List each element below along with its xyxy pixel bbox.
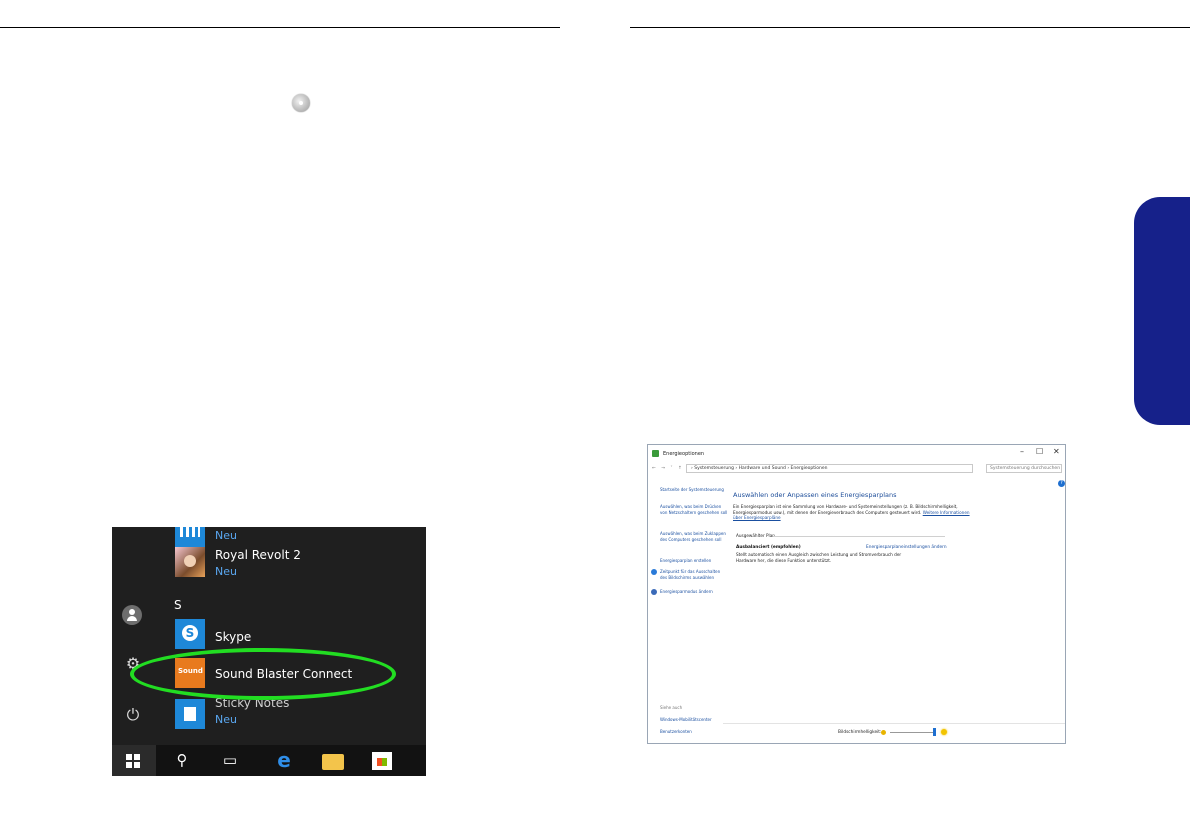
brightness-divider	[723, 723, 1065, 724]
window-title: Energieoptionen	[663, 451, 705, 457]
highlight-ellipse	[130, 648, 396, 700]
edge-browser-icon[interactable]: e	[262, 745, 306, 776]
top-rule-left	[0, 27, 560, 28]
maximize-button[interactable]: ☐	[1036, 447, 1043, 456]
app-new-badge: Neu	[215, 529, 237, 542]
energy-options-window: Energieoptionen – ☐ ✕ ← → ˅ ↑ › Systemst…	[647, 444, 1066, 744]
windows-logo-icon	[126, 754, 140, 768]
brightness-low-icon	[881, 730, 886, 735]
nav-link-display-off[interactable]: Zeitpunkt für das Ausschalten des Bildsc…	[660, 569, 728, 580]
windows-start-button[interactable]	[112, 745, 156, 776]
plan-description: Stellt automatisch einen Ausgleich zwisc…	[736, 552, 902, 563]
close-button[interactable]: ✕	[1053, 447, 1060, 456]
plan-name-radio[interactable]: Ausbalanciert (empfohlen)	[736, 545, 801, 550]
brightness-slider[interactable]	[890, 732, 936, 733]
nav-link-lid[interactable]: Auswählen, was beim Zuklappen des Comput…	[660, 531, 728, 542]
page-description: Ein Energiesparplan ist eine Sammlung vo…	[733, 504, 978, 521]
moon-icon	[651, 589, 657, 595]
skype-icon[interactable]	[175, 619, 205, 649]
top-rule-right	[630, 27, 1190, 28]
address-row: ← → ˅ ↑ › Systemsteuerung › Hardware und…	[648, 463, 1065, 475]
taskbar: ⚲ ▭ e	[112, 745, 426, 776]
royal-revolt-icon[interactable]	[175, 547, 205, 577]
see-also-heading: Siehe auch	[660, 705, 683, 710]
app-name-royal-revolt[interactable]: Royal Revolt 2	[215, 548, 301, 562]
power-options-icon	[652, 450, 659, 457]
app-name-skype[interactable]: Skype	[215, 630, 251, 644]
disc-icon	[292, 94, 310, 112]
brightness-label: Bildschirmhelligkeit:	[838, 730, 882, 735]
brightness-high-icon	[941, 729, 947, 735]
plan-divider	[773, 536, 945, 537]
help-icon[interactable]: ?	[1058, 480, 1065, 487]
user-avatar-icon[interactable]	[122, 605, 142, 625]
mobility-center-link[interactable]: Windows-Mobilitätscenter	[660, 717, 712, 722]
page-heading: Auswählen oder Anpassen eines Energiespa…	[733, 491, 897, 499]
start-rail: ⚙ ⏻	[112, 527, 156, 745]
section-letter[interactable]: S	[174, 598, 182, 612]
search-placeholder: Systemsteuerung durchsuchen	[990, 466, 1061, 471]
nav-buttons[interactable]: ← → ˅ ↑	[652, 466, 684, 471]
display-icon	[651, 569, 657, 575]
user-accounts-link[interactable]: Benutzerkonten	[660, 729, 692, 734]
nav-link-create-plan[interactable]: Energiesparplan erstellen	[660, 558, 728, 564]
sticky-notes-icon[interactable]	[175, 699, 205, 729]
selected-plan-label: Ausgewählter Plan	[736, 533, 775, 538]
search-icon[interactable]: ⚲	[160, 745, 204, 776]
nav-link-home[interactable]: Startseite der Systemsteuerung	[660, 487, 728, 493]
task-view-icon[interactable]: ▭	[208, 745, 252, 776]
side-tab	[1134, 197, 1190, 425]
search-input[interactable]: Systemsteuerung durchsuchen	[986, 464, 1062, 473]
minimize-button[interactable]: –	[1020, 447, 1024, 456]
breadcrumb[interactable]: › Systemsteuerung › Hardware und Sound ›…	[691, 466, 828, 471]
power-icon[interactable]: ⏻	[122, 704, 144, 726]
title-bar: Energieoptionen – ☐ ✕	[648, 445, 1065, 463]
file-explorer-icon[interactable]	[322, 754, 344, 770]
app-new-badge: Neu	[215, 713, 237, 726]
plan-settings-link[interactable]: Energiesparplaneinstellungen ändern	[866, 545, 947, 550]
store-icon[interactable]	[372, 752, 392, 770]
app-new-badge: Neu	[215, 565, 237, 578]
nav-link-power-buttons[interactable]: Auswählen, was beim Drücken von Netzscha…	[660, 504, 728, 515]
nav-link-sleep[interactable]: Energiesparmodus ändern	[660, 589, 728, 595]
brightness-slider-thumb[interactable]	[932, 728, 936, 736]
address-bar[interactable]: › Systemsteuerung › Hardware und Sound ›…	[686, 464, 973, 473]
